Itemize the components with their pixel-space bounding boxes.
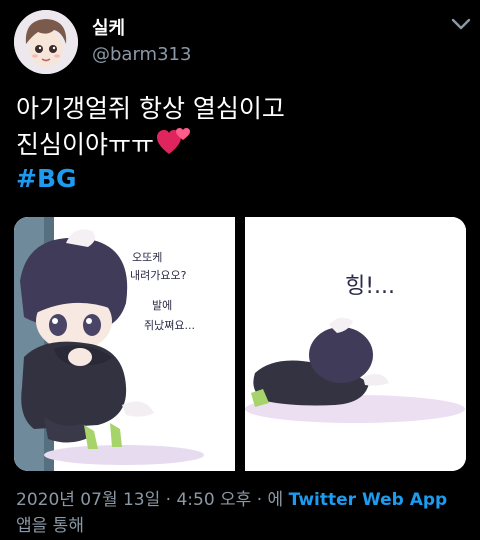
timestamp[interactable]: 2020년 07월 13일 · 4:50 오후 · 에 — [16, 490, 283, 510]
sound-effect-text: 힝!... — [345, 274, 395, 299]
chevron-down-icon[interactable] — [450, 16, 472, 32]
tweet-meta: 2020년 07월 13일 · 4:50 오후 · 에 Twitter Web … — [16, 487, 476, 539]
avatar[interactable] — [14, 10, 78, 74]
bubble2-line2: 쥐났쪄요... — [144, 319, 195, 332]
bubble2-line1: 발에 — [152, 299, 172, 312]
source-suffix: 앱을 통해 — [16, 516, 84, 536]
tweet-card: 실케 @barm313 아기갱얼쥐 항상 열심이고 진심이야ㅠㅠ #BG 오또케… — [0, 0, 480, 540]
two-hearts-icon — [157, 128, 191, 154]
comic-panel-right: 힝!... — [245, 217, 466, 471]
bubble1-line2: 내려가요오? — [130, 269, 187, 282]
media-container[interactable]: 오또케 내려가요오? 발에 쥐났쪄요... 힝!... — [14, 217, 466, 471]
tweet-line-1: 아기갱얼쥐 항상 열심이고 — [16, 94, 285, 123]
user-handle[interactable]: @barm313 — [92, 44, 191, 65]
source-link[interactable]: Twitter Web App — [289, 490, 448, 510]
avatar-illustration — [14, 10, 78, 74]
display-name[interactable]: 실케 — [92, 14, 125, 40]
hashtag-link[interactable]: #BG — [16, 162, 466, 196]
media-image-right[interactable]: 힝!... — [245, 217, 466, 471]
bubble1-line1: 오또케 — [132, 251, 162, 264]
tweet-text: 아기갱얼쥐 항상 열심이고 진심이야ㅠㅠ #BG — [16, 92, 466, 196]
media-image-left[interactable]: 오또케 내려가요오? 발에 쥐났쪄요... — [14, 217, 235, 471]
tweet-line-2: 진심이야ㅠㅠ — [16, 126, 466, 162]
comic-panel-left: 오또케 내려가요오? 발에 쥐났쪄요... — [14, 217, 235, 471]
tweet-line-2-text: 진심이야ㅠㅠ — [16, 130, 155, 159]
